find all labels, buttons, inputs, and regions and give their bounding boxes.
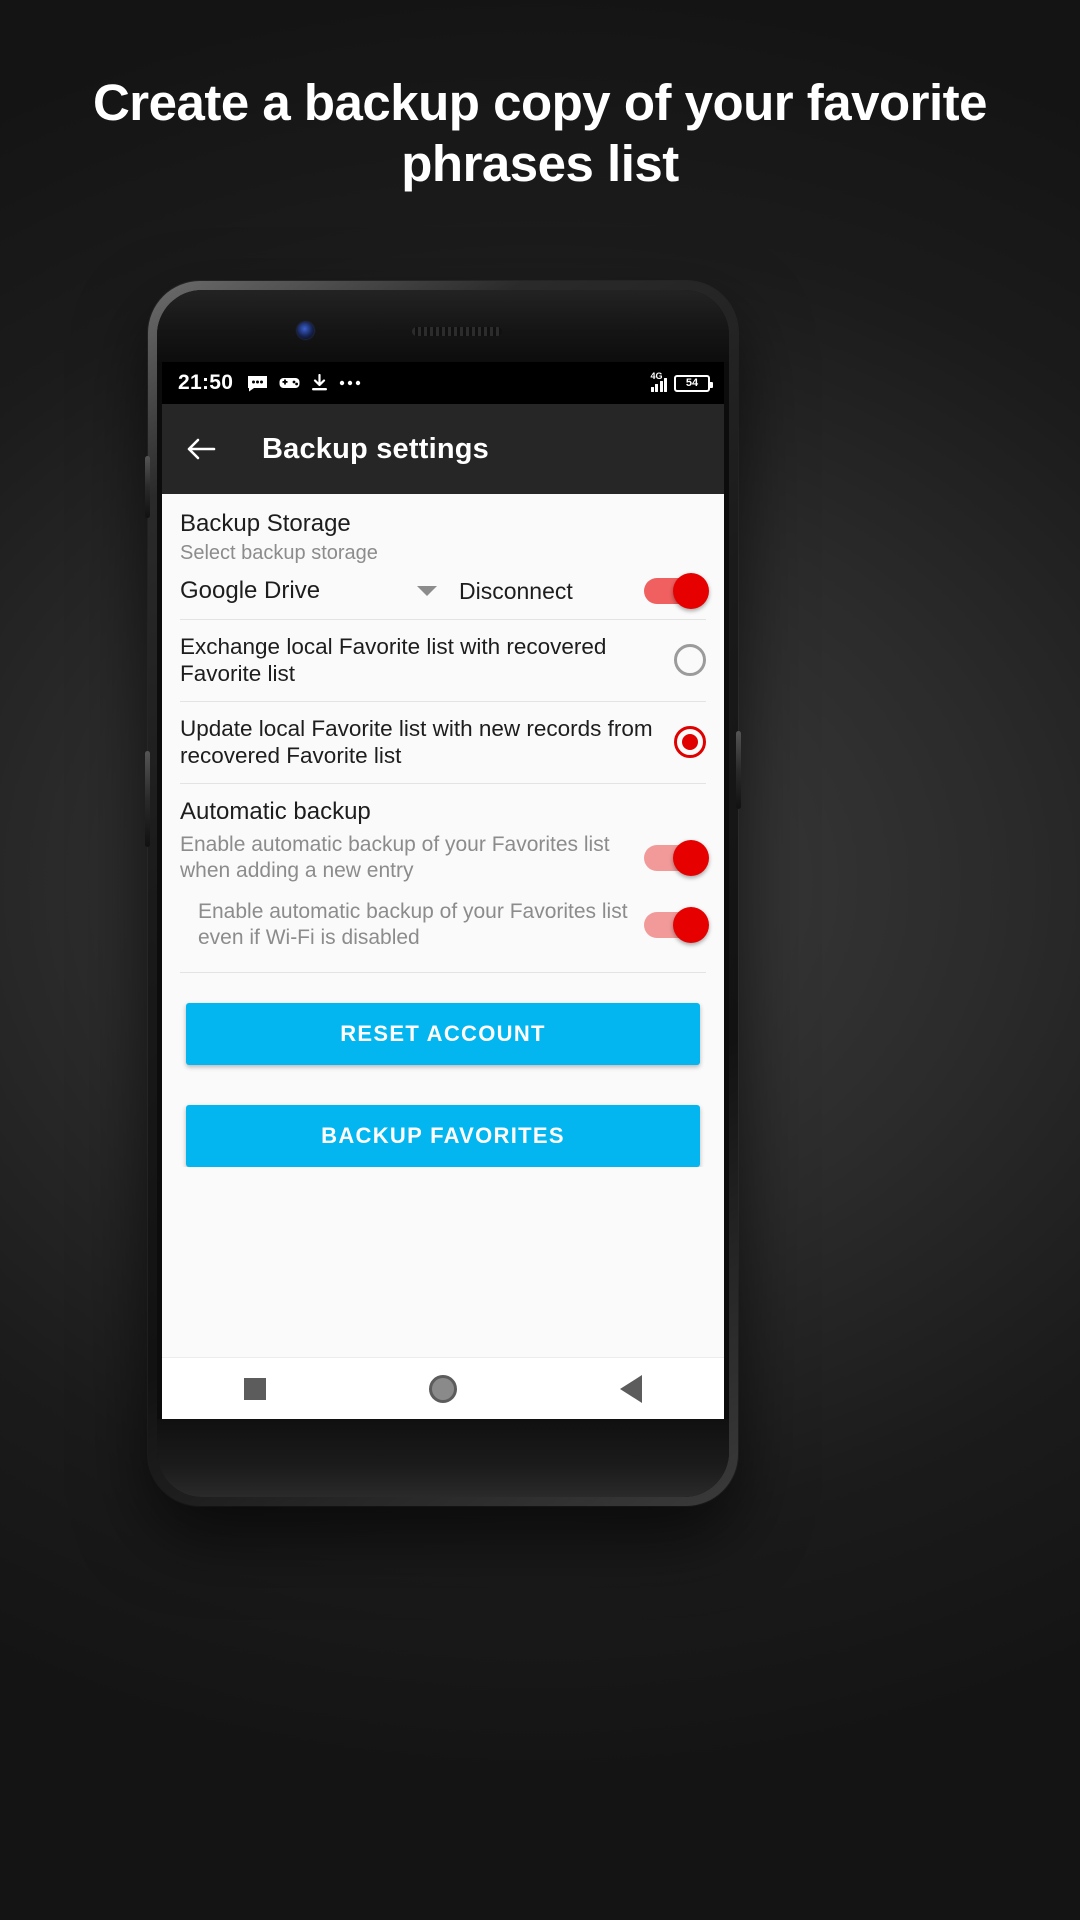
message-icon	[247, 375, 268, 392]
circle-home-icon[interactable]	[428, 1374, 457, 1403]
reset-account-button[interactable]: RESET ACCOUNT	[186, 1002, 700, 1065]
battery-icon: 54	[674, 374, 713, 392]
restore-option-exchange-label: Exchange local Favorite list with recove…	[180, 634, 607, 687]
restore-option-update-label: Update local Favorite list with new reco…	[180, 715, 653, 769]
auto-backup-new-entry-row[interactable]: Enable automatic backup of your Favorite…	[162, 826, 724, 893]
toggle-knob	[673, 840, 709, 877]
phone-top-bezel	[157, 290, 729, 362]
signal-strength-icon: 4G	[650, 371, 667, 392]
square-recents-icon[interactable]	[243, 1377, 266, 1400]
content-filler	[162, 1166, 724, 1357]
power-button[interactable]	[736, 731, 741, 809]
game-controller-icon	[279, 375, 300, 391]
volume-down-button[interactable]	[145, 751, 150, 847]
download-icon	[311, 374, 328, 392]
app-bar: Backup settings	[162, 404, 724, 494]
status-bar-system-icons: 4G 54	[650, 371, 713, 392]
auto-backup-no-wifi-toggle[interactable]	[644, 907, 709, 944]
backup-storage-row: Google Drive Disconnect	[180, 573, 709, 619]
backup-storage-section: Backup Storage Select backup storage Goo…	[162, 494, 724, 619]
action-buttons: RESET ACCOUNT BACKUP FAVORITES	[162, 973, 724, 1167]
volume-up-button[interactable]	[145, 456, 150, 518]
radio-unchecked-icon[interactable]	[674, 644, 706, 677]
phone-body: 21:50 4G 54 Backup settings Backup Stora…	[157, 290, 729, 1497]
battery-percent-label: 54	[685, 376, 699, 389]
phone-bottom-bezel	[157, 1419, 729, 1497]
front-camera-icon	[297, 322, 314, 339]
chevron-down-icon	[417, 586, 437, 596]
phone-mockup: 21:50 4G 54 Backup settings Backup Stora…	[145, 281, 741, 1506]
auto-backup-new-entry-toggle[interactable]	[644, 840, 709, 877]
disconnect-toggle[interactable]	[644, 573, 709, 609]
restore-option-update[interactable]: Update local Favorite list with new reco…	[162, 702, 724, 783]
status-bar-notification-icons	[247, 374, 361, 392]
settings-content: Backup Storage Select backup storage Goo…	[162, 494, 724, 1357]
storage-select[interactable]: Google Drive	[180, 577, 445, 605]
auto-backup-new-entry-label: Enable automatic backup of your Favorite…	[180, 832, 610, 883]
toggle-knob	[673, 907, 709, 944]
backup-storage-subtitle: Select backup storage	[180, 542, 378, 564]
back-arrow-icon[interactable]	[184, 432, 218, 466]
status-bar: 21:50 4G 54	[162, 362, 724, 404]
status-bar-clock: 21:50	[178, 371, 234, 394]
triangle-back-icon[interactable]	[620, 1374, 643, 1403]
network-type-label: 4G	[650, 371, 663, 381]
page-title: Backup settings	[262, 432, 489, 465]
automatic-backup-title: Automatic backup	[180, 797, 371, 825]
phone-screen: 21:50 4G 54 Backup settings Backup Stora…	[162, 362, 724, 1419]
disconnect-label: Disconnect	[459, 577, 573, 604]
radio-checked-icon[interactable]	[674, 726, 706, 759]
auto-backup-no-wifi-label: Enable automatic backup of your Favorite…	[198, 899, 628, 950]
earpiece-speaker-icon	[412, 327, 502, 336]
auto-backup-no-wifi-row[interactable]: Enable automatic backup of your Favorite…	[162, 893, 724, 960]
backup-storage-title: Backup Storage	[180, 510, 351, 537]
restore-option-exchange[interactable]: Exchange local Favorite list with recove…	[162, 620, 724, 701]
backup-favorites-button[interactable]: BACKUP FAVORITES	[186, 1104, 700, 1167]
more-icon	[339, 380, 361, 386]
promo-headline: Create a backup copy of your favorite ph…	[92, 74, 988, 193]
toggle-knob	[673, 573, 709, 609]
storage-select-value: Google Drive	[180, 577, 321, 604]
android-nav-bar	[162, 1357, 724, 1419]
